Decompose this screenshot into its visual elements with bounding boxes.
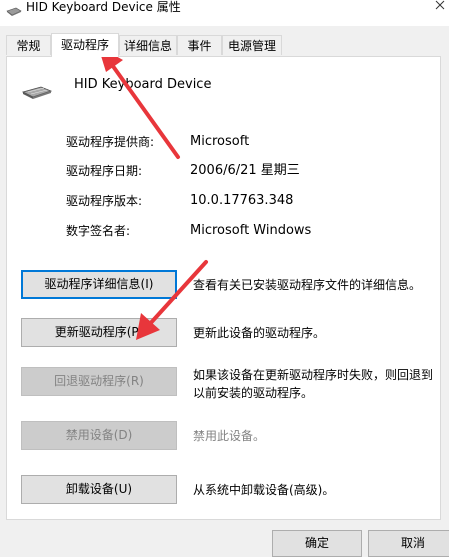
cancel-button[interactable]: 取消: [368, 530, 449, 557]
tab-details[interactable]: 详细信息: [119, 35, 177, 55]
tab-driver[interactable]: 驱动程序: [51, 33, 119, 57]
keyboard-icon: [22, 86, 52, 99]
title-bar: HID Keyboard Device 属性: [0, 0, 449, 26]
date-label: 驱动程序日期:: [66, 164, 143, 178]
version-value: 10.0.17763.348: [190, 193, 294, 208]
uninstall-device-button[interactable]: 卸载设备(U): [21, 475, 177, 504]
rollback-driver-description: 如果该设备在更新驱动程序时失败，则回退到以前安装的驱动程序。: [193, 368, 434, 400]
disable-device-button[interactable]: 禁用设备(D): [21, 421, 177, 450]
signer-label: 数字签名者:: [66, 224, 131, 238]
disable-device-description: 禁用此设备。: [193, 429, 266, 443]
update-driver-description: 更新此设备的驱动程序。: [193, 326, 326, 340]
uninstall-device-description: 从系统中卸载设备(高级)。: [193, 483, 335, 497]
date-value: 2006/6/21 星期三: [190, 163, 300, 178]
rollback-driver-button[interactable]: 回退驱动程序(R): [21, 367, 177, 396]
window-title: HID Keyboard Device 属性: [26, 0, 181, 14]
update-driver-button[interactable]: 更新驱动程序(P): [21, 318, 177, 347]
driver-details-button[interactable]: 驱动程序详细信息(I): [21, 270, 177, 299]
driver-details-description: 查看有关已安装驱动程序文件的详细信息。: [193, 278, 422, 292]
ok-button[interactable]: 确定: [272, 530, 362, 557]
tab-events[interactable]: 事件: [177, 35, 222, 55]
tab-power-management[interactable]: 电源管理: [222, 35, 282, 55]
provider-label: 驱动程序提供商:: [66, 135, 155, 149]
version-label: 驱动程序版本:: [66, 194, 143, 208]
close-icon[interactable]: [433, 0, 447, 14]
device-name: HID Keyboard Device: [74, 77, 212, 92]
keyboard-icon: [6, 7, 22, 16]
tab-general[interactable]: 常规: [6, 35, 51, 55]
provider-value: Microsoft: [190, 134, 250, 149]
signer-value: Microsoft Windows: [190, 223, 312, 238]
